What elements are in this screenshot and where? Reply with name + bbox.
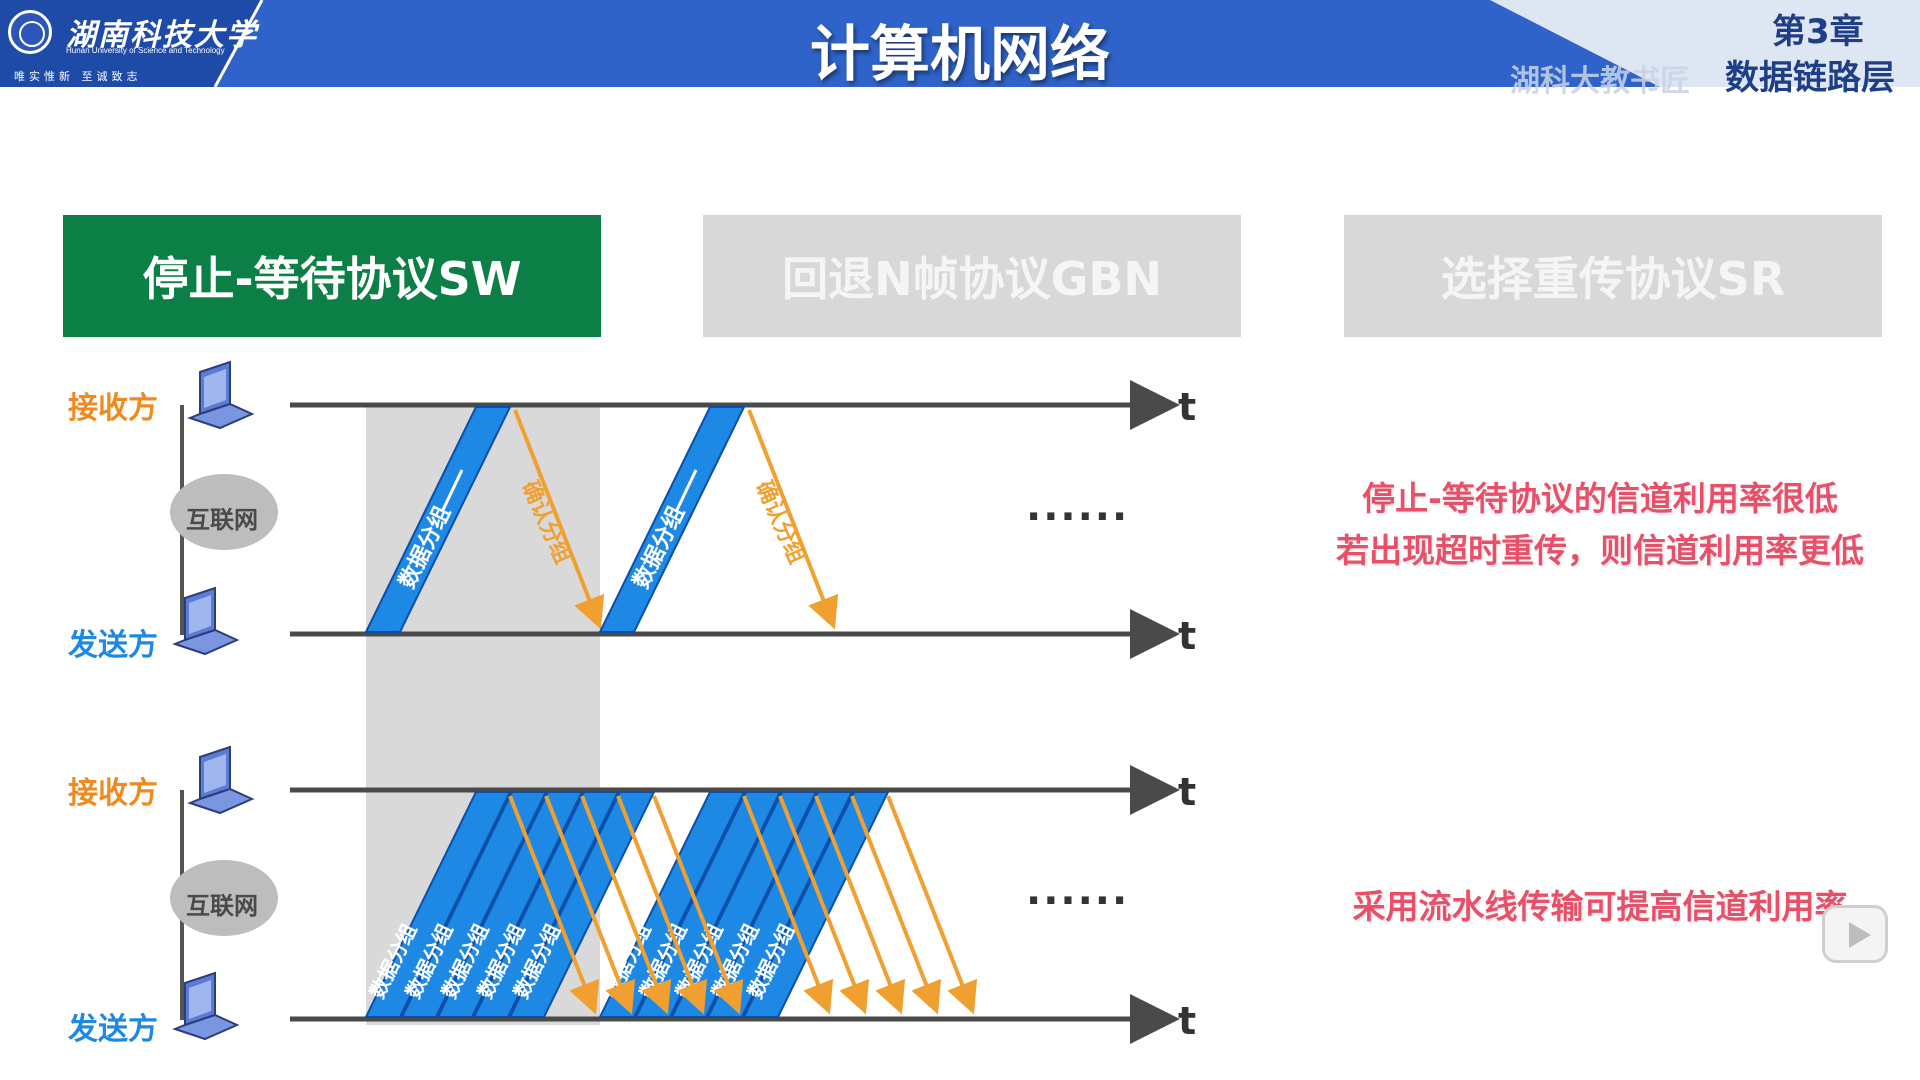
time-axis-label: t — [1178, 770, 1197, 814]
ellipsis: ...... — [1026, 484, 1130, 530]
internet-label: 互联网 — [186, 892, 258, 920]
receiver-label: 接收方 — [68, 776, 158, 811]
ellipsis: ...... — [1026, 868, 1130, 914]
ack-packet-label: 确认分组 — [751, 477, 811, 568]
sender-label: 发送方 — [68, 1012, 158, 1047]
time-axis-label: t — [1178, 999, 1197, 1043]
receiver-laptop-icon — [189, 746, 253, 814]
time-axis-label: t — [1178, 385, 1197, 429]
sender-laptop-icon — [174, 972, 238, 1040]
sender-label: 发送方 — [68, 628, 158, 663]
sender-laptop-icon — [174, 587, 238, 655]
note-low-utilization: 停止-等待协议的信道利用率很低 — [1362, 479, 1838, 518]
ack-arrow — [886, 795, 978, 1015]
play-button[interactable] — [1822, 905, 1888, 963]
ack-arrow — [850, 795, 942, 1015]
internet-label: 互联网 — [186, 506, 258, 534]
receiver-laptop-icon — [189, 361, 253, 429]
scenario-stop-and-wait: 数据分组 确认分组 数据分组 确认分组 — [170, 361, 1180, 659]
note-retransmission: 若出现超时重传，则信道利用率更低 — [1336, 531, 1864, 570]
time-axis-label: t — [1178, 614, 1197, 658]
receiver-label: 接收方 — [68, 391, 158, 426]
scenario-pipelined: 数据分组数据分组数据分组数据分组数据分组 数据分组数据分组数据分组数据分组数据分组 — [170, 746, 1180, 1044]
note-pipelining: 采用流水线传输可提高信道利用率 — [1352, 887, 1848, 926]
